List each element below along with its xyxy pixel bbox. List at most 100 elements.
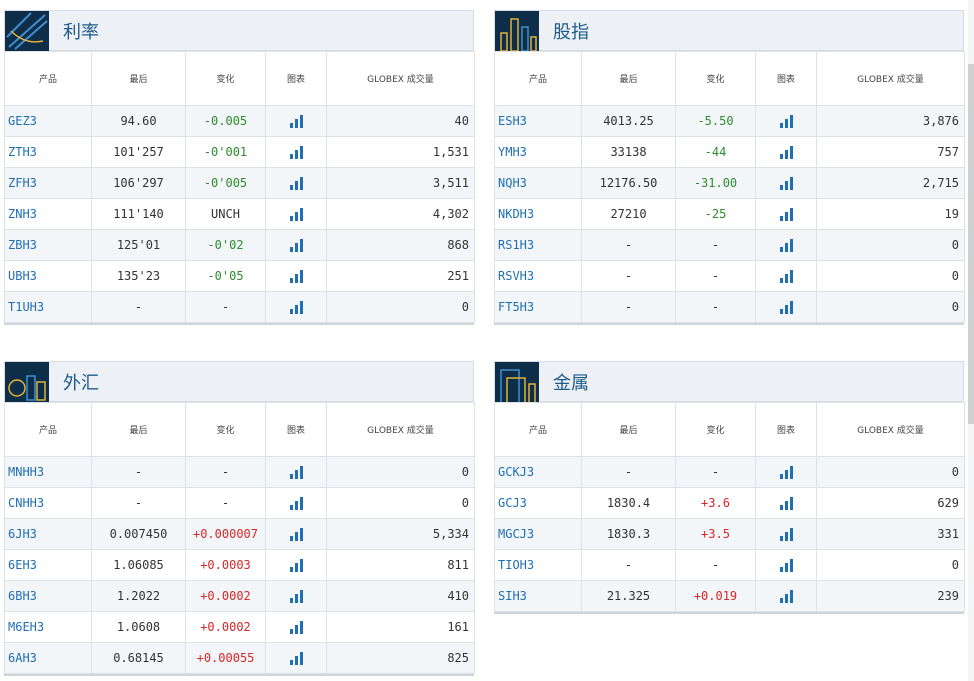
- symbol-link[interactable]: 6EH3: [4, 549, 92, 581]
- bar-chart-icon[interactable]: [289, 208, 303, 221]
- bar-chart-icon[interactable]: [779, 115, 793, 128]
- chart-cell: [265, 580, 327, 612]
- col-last: 最后: [91, 51, 186, 106]
- col-change: 变化: [185, 402, 266, 457]
- change-value: +0.00055: [185, 642, 266, 674]
- symbol-link[interactable]: ZTH3: [4, 136, 92, 168]
- globex-volume: 0: [816, 260, 965, 292]
- symbol-link[interactable]: GCKJ3: [494, 456, 582, 488]
- table-row: GCJ3 1830.4 +3.6 629: [494, 487, 965, 519]
- table-row: M6EH3 1.0608 +0.0002 161: [4, 611, 475, 643]
- bar-chart-icon[interactable]: [779, 590, 793, 603]
- chart-cell: [755, 229, 817, 261]
- table-row: NKDH3 27210 -25 19: [494, 198, 965, 230]
- symbol-link[interactable]: MNHH3: [4, 456, 92, 488]
- symbol-link[interactable]: GEZ3: [4, 105, 92, 137]
- change-value: -5.50: [675, 105, 756, 137]
- symbol-link[interactable]: ZBH3: [4, 229, 92, 261]
- bar-chart-icon[interactable]: [289, 652, 303, 665]
- bar-chart-icon[interactable]: [289, 559, 303, 572]
- bar-chart-icon[interactable]: [289, 621, 303, 634]
- last-price: 1.06085: [91, 549, 186, 581]
- change-value: -: [675, 229, 756, 261]
- bar-chart-icon[interactable]: [779, 177, 793, 190]
- symbol-link[interactable]: 6JH3: [4, 518, 92, 550]
- globex-volume: 825: [326, 642, 475, 674]
- symbol-link[interactable]: M6EH3: [4, 611, 92, 643]
- chart-cell: [755, 518, 817, 550]
- bar-chart-icon[interactable]: [779, 239, 793, 252]
- symbol-link[interactable]: CNHH3: [4, 487, 92, 519]
- symbol-link[interactable]: ESH3: [494, 105, 582, 137]
- col-chart: 图表: [755, 402, 817, 457]
- symbol-link[interactable]: 6AH3: [4, 642, 92, 674]
- chart-cell: [755, 487, 817, 519]
- bar-chart-icon[interactable]: [779, 559, 793, 572]
- symbol-link[interactable]: YMH3: [494, 136, 582, 168]
- change-value: +0.0002: [185, 580, 266, 612]
- last-price: 1830.4: [581, 487, 676, 519]
- symbol-link[interactable]: ZFH3: [4, 167, 92, 199]
- table-row: SIH3 21.325 +0.019 239: [494, 580, 965, 612]
- globex-volume: 331: [816, 518, 965, 550]
- globex-volume: 811: [326, 549, 475, 581]
- globex-volume: 0: [326, 487, 475, 519]
- last-price: -: [581, 229, 676, 261]
- symbol-link[interactable]: 6BH3: [4, 580, 92, 612]
- bar-chart-icon[interactable]: [289, 177, 303, 190]
- last-price: 4013.25: [581, 105, 676, 137]
- col-product: 产品: [4, 402, 92, 457]
- symbol-link[interactable]: ZNH3: [4, 198, 92, 230]
- last-price: -: [91, 456, 186, 488]
- change-value: -0'005: [185, 167, 266, 199]
- bar-chart-icon[interactable]: [289, 146, 303, 159]
- table-row: RS1H3- -0: [494, 229, 965, 261]
- symbol-link[interactable]: NKDH3: [494, 198, 582, 230]
- symbol-link[interactable]: SIH3: [494, 580, 582, 612]
- table-row: CNHH3- -0: [4, 487, 475, 519]
- bar-chart-icon[interactable]: [289, 528, 303, 541]
- chart-cell: [755, 260, 817, 292]
- bar-chart-icon[interactable]: [289, 115, 303, 128]
- bar-chart-icon[interactable]: [779, 301, 793, 314]
- bar-chart-icon[interactable]: [289, 497, 303, 510]
- symbol-link[interactable]: TIOH3: [494, 549, 582, 581]
- bar-chart-icon[interactable]: [289, 270, 303, 283]
- symbol-link[interactable]: T1UH3: [4, 291, 92, 323]
- bar-chart-icon[interactable]: [779, 528, 793, 541]
- bar-chart-icon[interactable]: [779, 497, 793, 510]
- table-row: ESH3 4013.25 -5.50 3,876: [494, 105, 965, 137]
- bar-chart-icon[interactable]: [289, 301, 303, 314]
- symbol-link[interactable]: FT5H3: [494, 291, 582, 323]
- divider: [4, 323, 474, 325]
- scrollbar-thumb[interactable]: [968, 64, 974, 424]
- symbol-link[interactable]: RSVH3: [494, 260, 582, 292]
- table-row: ZNH3 111'140 UNCH 4,302: [4, 198, 475, 230]
- panel-header: 股指: [494, 10, 964, 51]
- chart-cell: [265, 611, 327, 643]
- last-price: 12176.50: [581, 167, 676, 199]
- chart-cell: [265, 642, 327, 674]
- globex-volume: 5,334: [326, 518, 475, 550]
- globex-volume: 0: [816, 549, 965, 581]
- bar-chart-icon[interactable]: [779, 270, 793, 283]
- symbol-link[interactable]: NQH3: [494, 167, 582, 199]
- chart-cell: [265, 229, 327, 261]
- panel-interest-rates: 利率 产品 最后 变化 图表 GLOBEX 成交量 GEZ3 94.60 -0.00…: [4, 10, 475, 325]
- table-row: NQH3 12176.50 -31.00 2,715: [494, 167, 965, 199]
- symbol-link[interactable]: UBH3: [4, 260, 92, 292]
- chart-cell: [265, 291, 327, 323]
- symbol-link[interactable]: RS1H3: [494, 229, 582, 261]
- bar-chart-icon[interactable]: [779, 208, 793, 221]
- bar-chart-icon[interactable]: [289, 239, 303, 252]
- table-row: ZBH3 125'01 -0'02 868: [4, 229, 475, 261]
- bar-chart-icon[interactable]: [289, 590, 303, 603]
- change-value: +0.000007: [185, 518, 266, 550]
- bar-chart-icon[interactable]: [289, 466, 303, 479]
- quotes-table: 产品 最后 变化 图表 GLOBEX 成交量 ESH3 4013.25 -5.50 3…: [494, 51, 965, 323]
- bar-chart-icon[interactable]: [779, 146, 793, 159]
- symbol-link[interactable]: MGCJ3: [494, 518, 582, 550]
- bar-chart-icon[interactable]: [779, 466, 793, 479]
- page-scrollbar[interactable]: [968, 0, 974, 681]
- symbol-link[interactable]: GCJ3: [494, 487, 582, 519]
